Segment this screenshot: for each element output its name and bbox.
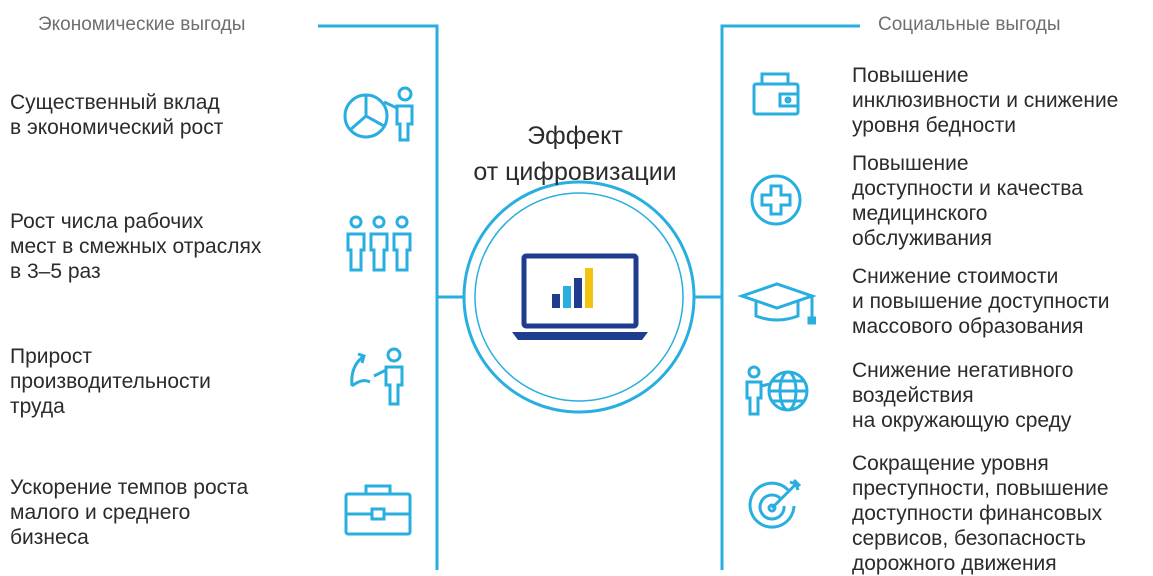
graduation-cap-icon bbox=[738, 282, 816, 325]
right-item-crime-finance-safety: Сокращение уровня преступности, повышени… bbox=[852, 451, 1109, 576]
laptop-chart-icon bbox=[512, 253, 648, 340]
center-title-line: Эффект bbox=[527, 122, 623, 150]
item-text-line: бизнеса bbox=[10, 526, 89, 549]
right-item-healthcare: Повышение доступности и качества медицин… bbox=[852, 151, 1083, 251]
center-title: Эффект от цифровизации bbox=[440, 118, 710, 190]
item-text-line: Ускорение темпов роста bbox=[10, 476, 249, 499]
left-item-productivity: Прирост производительности труда bbox=[10, 344, 211, 419]
right-item-environment: Снижение негативного воздействия на окру… bbox=[852, 358, 1073, 433]
item-text-line: уровня бедности bbox=[852, 114, 1016, 137]
item-text-line: Снижение стоимости bbox=[852, 265, 1059, 288]
left-item-jobs-growth: Рост числа рабочих мест в смежных отрасл… bbox=[10, 209, 261, 284]
item-text-line: доступности и качества bbox=[852, 177, 1083, 200]
item-text-line: дорожного движения bbox=[852, 552, 1057, 575]
item-text-line: Сокращение уровня bbox=[852, 452, 1049, 475]
people-group-icon bbox=[346, 215, 412, 272]
person-globe-icon bbox=[745, 365, 809, 416]
item-text-line: Прирост bbox=[10, 345, 92, 368]
item-text-line: Существенный вклад bbox=[10, 91, 220, 114]
item-text-line: Снижение негативного bbox=[852, 359, 1074, 382]
item-text-line: массового образования bbox=[852, 315, 1084, 338]
item-text-line: преступности, повышение bbox=[852, 477, 1109, 500]
item-text-line: производительности bbox=[10, 370, 211, 393]
item-text-line: в 3–5 раз bbox=[10, 260, 101, 283]
growth-arrow-person-icon bbox=[350, 347, 404, 406]
item-text-line: воздействия bbox=[852, 384, 974, 407]
item-text-line: труда bbox=[10, 395, 65, 418]
right-item-education: Снижение стоимости и повышение доступнос… bbox=[852, 264, 1110, 339]
item-text-line: мест в смежных отраслях bbox=[10, 235, 262, 258]
header-economic-benefits: Экономические выгоды bbox=[38, 14, 246, 35]
item-text-line: на окружающую среду bbox=[852, 409, 1072, 432]
item-text-line: и повышение доступности bbox=[852, 290, 1110, 313]
item-text-line: инклюзивности и снижение bbox=[852, 89, 1119, 112]
item-text-line: медицинского bbox=[852, 202, 988, 225]
pie-chart-person-icon bbox=[343, 86, 414, 142]
left-item-economic-growth: Существенный вклад в экономический рост bbox=[10, 90, 223, 140]
item-text-line: Повышение bbox=[852, 152, 969, 175]
left-item-sme-growth: Ускорение темпов роста малого и среднего… bbox=[10, 475, 248, 550]
item-text-line: Рост числа рабочих bbox=[10, 210, 204, 233]
wallet-icon bbox=[752, 72, 800, 116]
item-text-line: доступности финансовых bbox=[852, 502, 1103, 525]
item-text-line: Повышение bbox=[852, 64, 969, 87]
item-text-line: малого и среднего bbox=[10, 501, 191, 524]
item-text-line: обслуживания bbox=[852, 227, 993, 250]
briefcase-icon bbox=[344, 484, 412, 536]
item-text-line: сервисов, безопасность bbox=[852, 527, 1086, 550]
right-item-inclusivity: Повышение инклюзивности и снижение уровн… bbox=[852, 63, 1118, 138]
center-title-line: от цифровизации bbox=[473, 158, 677, 186]
target-arrow-icon bbox=[748, 478, 802, 529]
header-social-benefits: Социальные выгоды bbox=[878, 14, 1061, 35]
item-text-line: в экономический рост bbox=[10, 116, 224, 139]
medical-cross-icon bbox=[750, 174, 802, 226]
